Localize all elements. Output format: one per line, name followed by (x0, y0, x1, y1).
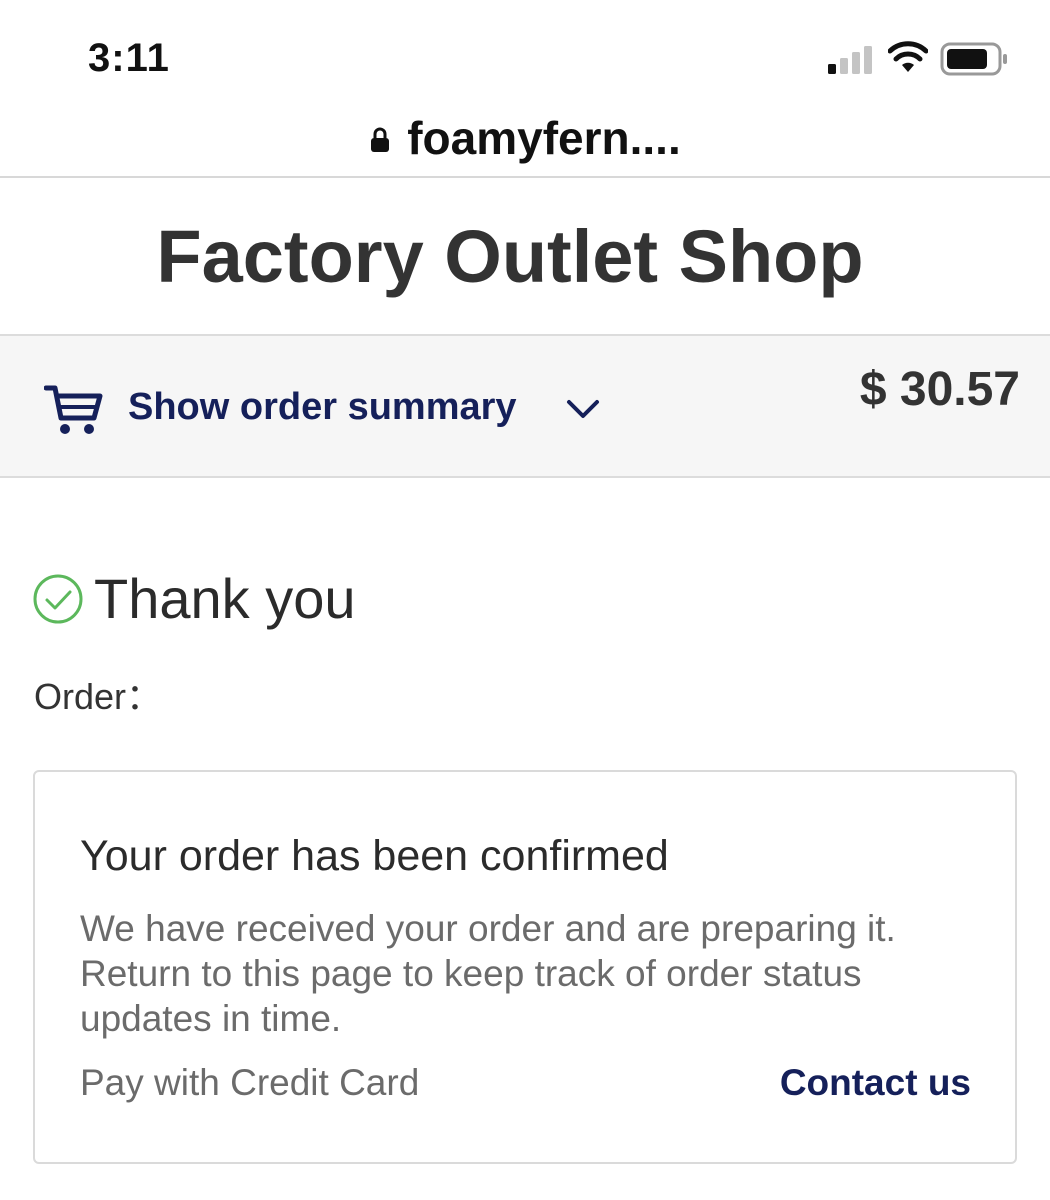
order-number-label: Order： (34, 676, 163, 717)
show-order-summary-toggle[interactable]: Show order summary (128, 386, 517, 429)
battery-icon (940, 42, 1007, 76)
confirmation-message: We have received your order and are prep… (80, 908, 896, 1039)
order-total: $ 30.57 (859, 363, 1020, 416)
signal-icon (828, 46, 872, 74)
lock-icon (371, 127, 390, 152)
thank-you-heading: Thank you (32, 566, 356, 631)
contact-us-link[interactable]: Contact us (780, 1062, 971, 1104)
confirmation-title: Your order has been confirmed (80, 832, 669, 880)
url-text: foamyfern.... (407, 112, 681, 164)
status-bar: 3:11 (0, 0, 1050, 110)
thank-you-title: Thank you (94, 567, 356, 630)
order-confirmation-card: Your order has been confirmed We have re… (33, 770, 1017, 1164)
status-time: 3:11 (88, 36, 170, 80)
checkout-confirmation-screen: 3:11 foamyfern.... Factory Outlet Shop S… (0, 0, 1050, 1200)
browser-url-bar[interactable]: foamyfern.... (0, 100, 1050, 176)
wifi-icon (888, 41, 928, 72)
chevron-down-icon[interactable] (566, 398, 600, 420)
store-header: Factory Outlet Shop (0, 178, 1050, 334)
order-summary-bar[interactable]: Show order summary $ 30.57 (0, 334, 1050, 478)
payment-method: Pay with Credit Card (80, 1062, 420, 1103)
store-title[interactable]: Factory Outlet Shop (156, 214, 863, 299)
check-circle-icon (33, 574, 83, 623)
cart-icon (44, 385, 103, 434)
